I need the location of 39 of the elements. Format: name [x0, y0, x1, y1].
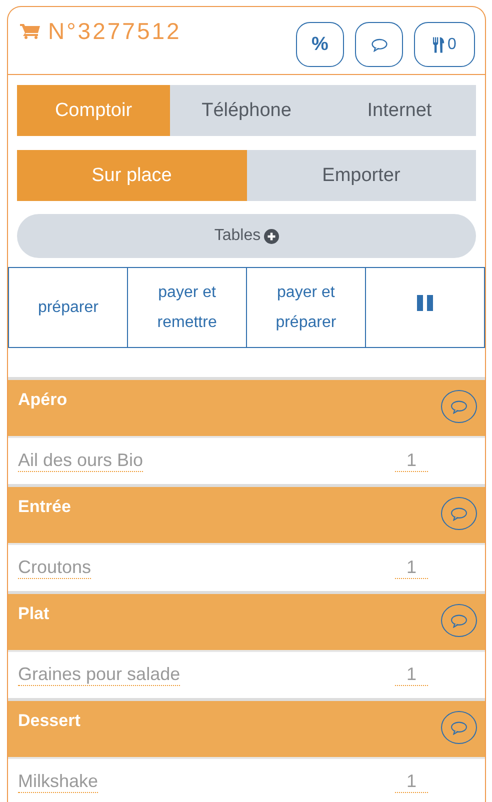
cart-icon — [20, 23, 40, 39]
comment-button[interactable] — [441, 497, 477, 530]
item-quantity[interactable]: 1 — [395, 664, 428, 686]
item-name[interactable]: Croutons — [18, 557, 92, 579]
item-name[interactable]: Milkshake — [18, 771, 98, 793]
channel-tab[interactable]: Comptoir — [17, 85, 170, 136]
action-button[interactable]: payer et remettre — [126, 267, 248, 348]
comment-button[interactable] — [441, 604, 477, 637]
speech-bubble-icon — [450, 720, 468, 734]
cutlery-icon — [432, 36, 445, 52]
item-quantity[interactable]: 1 — [395, 557, 428, 579]
mode-tab[interactable]: Sur place — [17, 150, 246, 201]
item-name[interactable]: Ail des ours Bio — [18, 450, 144, 472]
comment-button[interactable] — [355, 22, 403, 67]
item-quantity[interactable]: 1 — [395, 450, 428, 472]
speech-bubble-icon — [370, 38, 388, 52]
tables-button[interactable]: Tables — [17, 214, 476, 258]
mode-tab[interactable]: Emporter — [246, 150, 476, 201]
category-name: Plat — [18, 604, 50, 624]
pause-button[interactable] — [364, 267, 485, 348]
action-button[interactable]: payer et préparer — [246, 267, 366, 348]
comment-button[interactable] — [441, 711, 477, 744]
category-name: Entrée — [18, 497, 71, 517]
speech-bubble-icon — [450, 400, 468, 414]
discount-button[interactable]: % — [296, 22, 344, 67]
order-number: N°3277512 — [48, 18, 182, 45]
speech-bubble-icon — [450, 614, 468, 628]
action-button[interactable]: préparer — [8, 267, 128, 348]
comment-button[interactable] — [441, 390, 477, 423]
pause-icon — [416, 294, 434, 312]
channel-tab[interactable]: Téléphone — [170, 85, 323, 136]
item-quantity[interactable]: 1 — [395, 771, 428, 793]
category-name: Apéro — [18, 390, 68, 410]
speech-bubble-icon — [450, 506, 468, 520]
item-name[interactable]: Graines pour salade — [18, 664, 180, 686]
channel-tab[interactable]: Internet — [323, 85, 476, 136]
cutlery-button[interactable]: 0 — [414, 22, 475, 67]
category-name: Dessert — [18, 711, 80, 731]
plus-icon — [264, 228, 279, 244]
